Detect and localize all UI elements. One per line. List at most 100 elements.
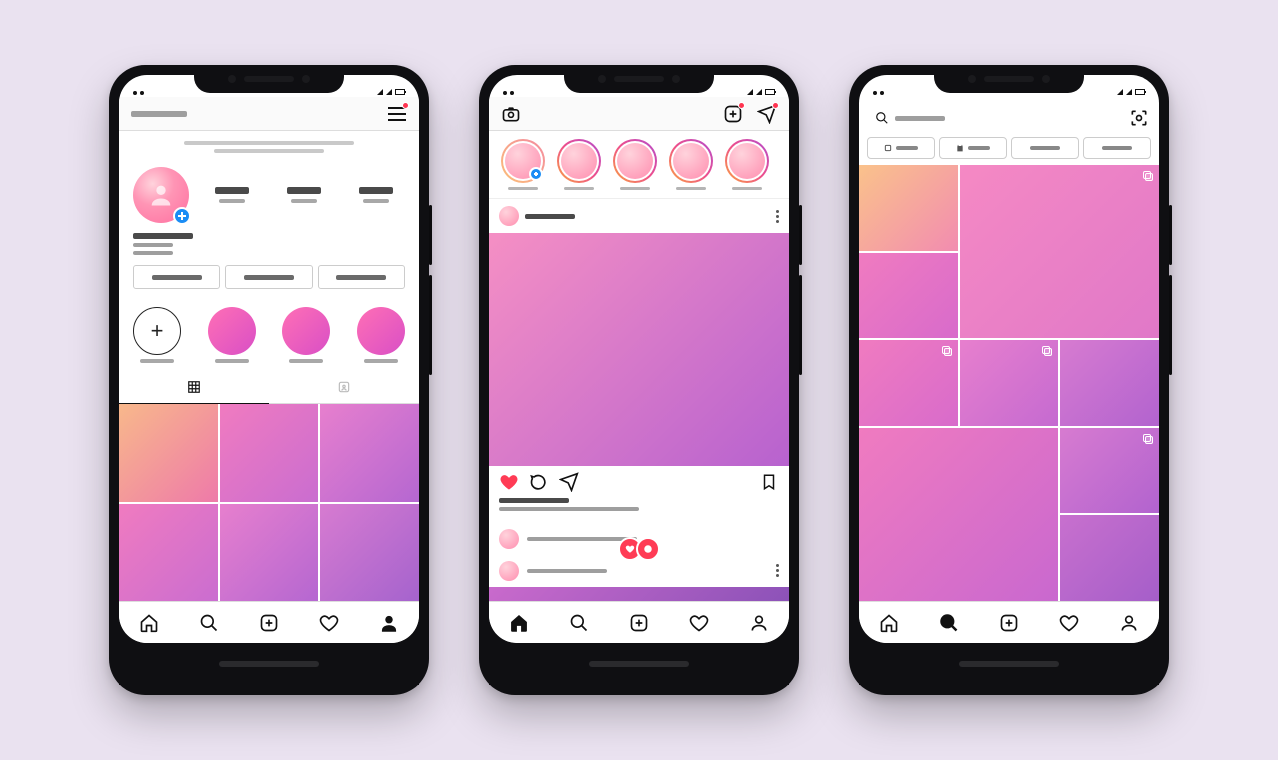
camera-icon[interactable]	[501, 104, 521, 124]
category-tabs	[859, 137, 1159, 165]
share-icon[interactable]	[559, 472, 579, 492]
search-input[interactable]	[869, 105, 1121, 131]
phone-feed-mockup	[479, 65, 799, 695]
username-label[interactable]	[131, 111, 187, 117]
add-highlight-button[interactable]: +	[133, 307, 181, 355]
explore-tile[interactable]	[1060, 428, 1159, 514]
post-author-name[interactable]	[525, 214, 575, 219]
scan-icon[interactable]	[1129, 108, 1149, 128]
post-thumbnail[interactable]	[119, 404, 218, 502]
highlight-item[interactable]	[208, 307, 256, 355]
nav-activity-icon[interactable]	[1059, 613, 1079, 633]
highlights-row: +	[119, 299, 419, 371]
post-thumbnail[interactable]	[220, 504, 319, 602]
nav-home-icon[interactable]	[509, 613, 529, 633]
device-notch	[564, 65, 714, 93]
post-image[interactable]	[489, 233, 789, 466]
post-caption	[489, 498, 789, 523]
post-actions-bar	[489, 466, 789, 498]
your-story[interactable]	[499, 139, 547, 190]
device-notch	[194, 65, 344, 93]
nav-home-icon[interactable]	[139, 613, 159, 633]
post-thumbnail[interactable]	[220, 404, 319, 502]
post-author-avatar[interactable]	[499, 206, 519, 226]
nav-add-icon[interactable]	[259, 613, 279, 633]
nav-search-icon[interactable]	[939, 613, 959, 633]
stat-followers[interactable]	[275, 187, 333, 203]
phone-search-mockup	[849, 65, 1169, 695]
like-icon[interactable]	[499, 472, 519, 492]
nav-profile-icon[interactable]	[749, 613, 769, 633]
category-chip[interactable]	[939, 137, 1007, 159]
signal-icon	[377, 89, 383, 95]
nav-profile-icon[interactable]	[1119, 613, 1139, 633]
bottom-nav	[859, 601, 1159, 643]
category-chip[interactable]	[1011, 137, 1079, 159]
story-item[interactable]	[555, 139, 603, 190]
highlight-item[interactable]	[282, 307, 330, 355]
more-button[interactable]	[318, 265, 405, 289]
explore-tile[interactable]	[859, 253, 958, 339]
post-image[interactable]	[489, 587, 789, 602]
post-header	[489, 199, 789, 233]
multi-post-icon	[1143, 434, 1153, 444]
profile-posts-grid	[119, 404, 419, 601]
search-icon	[875, 111, 889, 125]
explore-tile[interactable]	[859, 340, 958, 426]
post-options-icon[interactable]	[776, 210, 779, 223]
follow-button[interactable]	[133, 265, 220, 289]
stat-following[interactable]	[347, 187, 405, 203]
new-post-icon[interactable]	[723, 104, 743, 124]
post-thumbnail[interactable]	[320, 404, 419, 502]
nav-add-icon[interactable]	[999, 613, 1019, 633]
story-item[interactable]	[723, 139, 771, 190]
menu-icon[interactable]	[387, 104, 407, 124]
phone-profile-mockup: +	[109, 65, 429, 695]
message-button[interactable]	[225, 265, 312, 289]
nav-home-icon[interactable]	[879, 613, 899, 633]
profile-top-bar	[119, 97, 419, 131]
explore-tile[interactable]	[1060, 515, 1159, 601]
comment-icon[interactable]	[529, 472, 549, 492]
stat-posts[interactable]	[203, 187, 261, 203]
highlight-item[interactable]	[357, 307, 405, 355]
explore-tile[interactable]	[859, 165, 958, 251]
search-bar	[869, 103, 1149, 133]
multi-post-icon	[942, 346, 952, 356]
stories-bar	[489, 131, 789, 199]
nav-activity-icon[interactable]	[319, 613, 339, 633]
profile-avatar[interactable]	[133, 167, 189, 223]
post-thumbnail[interactable]	[119, 504, 218, 602]
tab-grid[interactable]	[119, 371, 269, 403]
signal-icon	[386, 89, 392, 95]
comment-options-icon[interactable]	[776, 564, 779, 577]
explore-tile[interactable]	[859, 428, 1058, 601]
story-item[interactable]	[611, 139, 659, 190]
bottom-nav	[119, 601, 419, 643]
profile-header	[119, 159, 419, 299]
device-notch	[934, 65, 1084, 93]
battery-icon	[395, 89, 405, 95]
messages-icon[interactable]	[757, 104, 777, 124]
multi-post-icon	[1042, 346, 1052, 356]
comment-reaction-icon	[636, 537, 660, 561]
feed-top-bar	[489, 97, 789, 131]
bottom-nav	[489, 601, 789, 643]
story-item[interactable]	[667, 139, 715, 190]
tab-tagged[interactable]	[269, 371, 419, 403]
explore-tile[interactable]	[960, 340, 1059, 426]
category-chip[interactable]	[867, 137, 935, 159]
add-story-badge[interactable]	[173, 207, 191, 225]
nav-search-icon[interactable]	[199, 613, 219, 633]
category-chip[interactable]	[1083, 137, 1151, 159]
post-thumbnail[interactable]	[320, 504, 419, 602]
explore-tile[interactable]	[960, 165, 1159, 338]
explore-tile[interactable]	[1060, 340, 1159, 426]
nav-search-icon[interactable]	[569, 613, 589, 633]
nav-add-icon[interactable]	[629, 613, 649, 633]
save-icon[interactable]	[759, 472, 779, 492]
nav-activity-icon[interactable]	[689, 613, 709, 633]
reaction-badges	[618, 537, 660, 561]
multi-post-icon	[1143, 171, 1153, 181]
nav-profile-icon[interactable]	[379, 613, 399, 633]
